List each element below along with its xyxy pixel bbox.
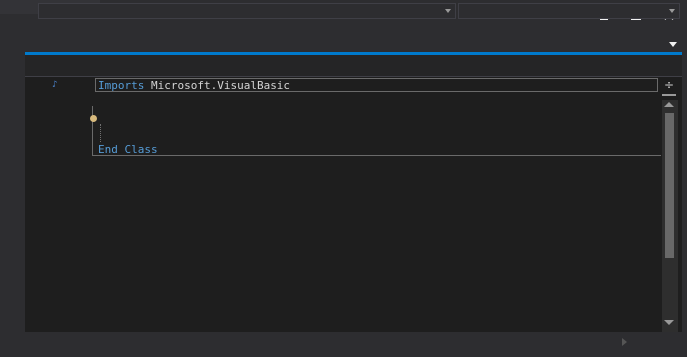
scroll-up-arrow-icon[interactable] [664,102,674,107]
horizontal-scrollbar[interactable] [25,332,682,350]
namespace-text: Microsoft.VisualBasic [144,79,291,92]
chevron-down-icon [669,9,675,13]
dropdown-triangle-icon [669,42,677,47]
split-handle[interactable] [662,94,676,96]
bookmark-margin-icon[interactable]: ♪ [52,80,58,90]
vertical-scroll-thumb[interactable] [665,113,674,258]
members-dropdown[interactable] [458,3,680,19]
code-editor[interactable] [25,52,682,332]
scroll-right-arrow-icon[interactable] [622,338,627,346]
scroll-down-arrow-icon[interactable] [664,320,674,325]
collapse-marker-icon[interactable] [90,115,97,122]
navigation-bar [25,55,682,77]
window-menu-button[interactable] [666,38,680,52]
indent-guide [100,124,101,142]
types-dropdown[interactable] [38,3,456,19]
split-window-icon: ÷ [663,78,675,92]
class-block-outline [92,106,661,156]
chevron-down-icon [445,9,451,13]
keyword-imports: Imports [98,79,145,92]
code-line-end-class[interactable]: End Class [98,143,158,157]
split-window-button[interactable]: ÷ [662,78,676,92]
code-line-imports[interactable]: Imports Microsoft.VisualBasic [98,79,290,93]
